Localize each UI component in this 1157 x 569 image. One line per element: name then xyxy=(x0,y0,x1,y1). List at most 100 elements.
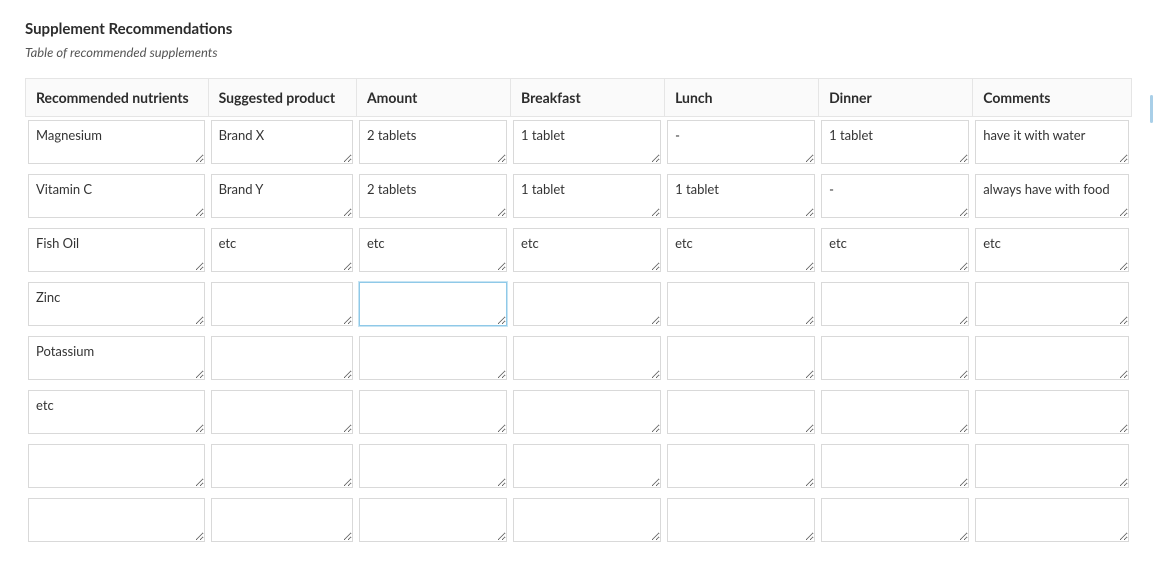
cell-input[interactable] xyxy=(513,120,661,164)
table-cell xyxy=(510,495,664,549)
table-cell xyxy=(972,441,1132,495)
cell-input[interactable] xyxy=(513,336,661,380)
cell-input[interactable] xyxy=(667,498,815,542)
table-cell xyxy=(356,333,510,387)
table-row xyxy=(25,333,1132,387)
table-cell xyxy=(818,171,972,225)
scroll-indicator xyxy=(1150,95,1153,123)
cell-input[interactable] xyxy=(359,390,507,434)
cell-input[interactable] xyxy=(28,336,205,380)
cell-input[interactable] xyxy=(821,336,969,380)
table-cell xyxy=(510,279,664,333)
cell-input[interactable] xyxy=(28,444,205,488)
cell-input[interactable] xyxy=(211,498,353,542)
table-cell xyxy=(25,171,208,225)
table-cell xyxy=(818,333,972,387)
table-cell xyxy=(356,279,510,333)
cell-input[interactable] xyxy=(513,174,661,218)
table-cell xyxy=(208,225,356,279)
table-cell xyxy=(208,117,356,171)
cell-input[interactable] xyxy=(667,120,815,164)
cell-input[interactable] xyxy=(28,228,205,272)
cell-input[interactable] xyxy=(211,336,353,380)
table-cell xyxy=(25,333,208,387)
cell-input[interactable] xyxy=(359,444,507,488)
table-cell xyxy=(208,441,356,495)
cell-input[interactable] xyxy=(28,498,205,542)
cell-input[interactable] xyxy=(211,444,353,488)
table-cell xyxy=(664,117,818,171)
cell-input[interactable] xyxy=(975,120,1129,164)
cell-input[interactable] xyxy=(667,228,815,272)
table-header-row: Recommended nutrients Suggested product … xyxy=(25,78,1132,117)
table-cell xyxy=(25,279,208,333)
table-cell xyxy=(25,441,208,495)
table-cell xyxy=(510,333,664,387)
cell-input[interactable] xyxy=(975,444,1129,488)
cell-input[interactable] xyxy=(975,174,1129,218)
cell-input[interactable] xyxy=(975,498,1129,542)
cell-input[interactable] xyxy=(359,336,507,380)
cell-input[interactable] xyxy=(28,390,205,434)
table-cell xyxy=(25,495,208,549)
cell-input[interactable] xyxy=(211,390,353,434)
cell-input[interactable] xyxy=(359,228,507,272)
cell-input[interactable] xyxy=(513,228,661,272)
table-cell xyxy=(818,441,972,495)
cell-input[interactable] xyxy=(667,174,815,218)
cell-input[interactable] xyxy=(821,444,969,488)
section-title: Supplement Recommendations xyxy=(25,20,1132,38)
cell-input[interactable] xyxy=(667,282,815,326)
table-row xyxy=(25,225,1132,279)
cell-input[interactable] xyxy=(975,390,1129,434)
table-cell xyxy=(25,225,208,279)
section-subtitle: Table of recommended supplements xyxy=(25,44,1132,60)
cell-input[interactable] xyxy=(821,282,969,326)
cell-input[interactable] xyxy=(211,282,353,326)
cell-input[interactable] xyxy=(359,282,507,326)
cell-input[interactable] xyxy=(28,120,205,164)
cell-input[interactable] xyxy=(513,498,661,542)
cell-input[interactable] xyxy=(667,336,815,380)
cell-input[interactable] xyxy=(211,120,353,164)
column-header-product: Suggested product xyxy=(208,78,356,117)
cell-input[interactable] xyxy=(667,390,815,434)
cell-input[interactable] xyxy=(513,444,661,488)
cell-input[interactable] xyxy=(975,336,1129,380)
cell-input[interactable] xyxy=(359,498,507,542)
table-cell xyxy=(818,387,972,441)
table-cell xyxy=(664,171,818,225)
cell-input[interactable] xyxy=(359,174,507,218)
table-cell xyxy=(208,387,356,441)
cell-input[interactable] xyxy=(359,120,507,164)
cell-input[interactable] xyxy=(211,174,353,218)
table-row xyxy=(25,171,1132,225)
cell-input[interactable] xyxy=(821,120,969,164)
table-cell xyxy=(972,117,1132,171)
table-cell xyxy=(510,225,664,279)
cell-input[interactable] xyxy=(211,228,353,272)
cell-input[interactable] xyxy=(975,282,1129,326)
column-header-comments: Comments xyxy=(972,78,1132,117)
cell-input[interactable] xyxy=(821,228,969,272)
table-cell xyxy=(818,495,972,549)
cell-input[interactable] xyxy=(28,282,205,326)
table-row xyxy=(25,117,1132,171)
cell-input[interactable] xyxy=(667,444,815,488)
cell-input[interactable] xyxy=(513,390,661,434)
cell-input[interactable] xyxy=(821,390,969,434)
cell-input[interactable] xyxy=(821,498,969,542)
table-cell xyxy=(664,495,818,549)
table-cell xyxy=(664,225,818,279)
table-cell xyxy=(510,117,664,171)
cell-input[interactable] xyxy=(821,174,969,218)
table-cell xyxy=(972,225,1132,279)
cell-input[interactable] xyxy=(975,228,1129,272)
table-cell xyxy=(972,279,1132,333)
table-cell xyxy=(356,117,510,171)
cell-input[interactable] xyxy=(28,174,205,218)
table-cell xyxy=(356,225,510,279)
table-body xyxy=(25,117,1132,549)
table-row xyxy=(25,441,1132,495)
cell-input[interactable] xyxy=(513,282,661,326)
